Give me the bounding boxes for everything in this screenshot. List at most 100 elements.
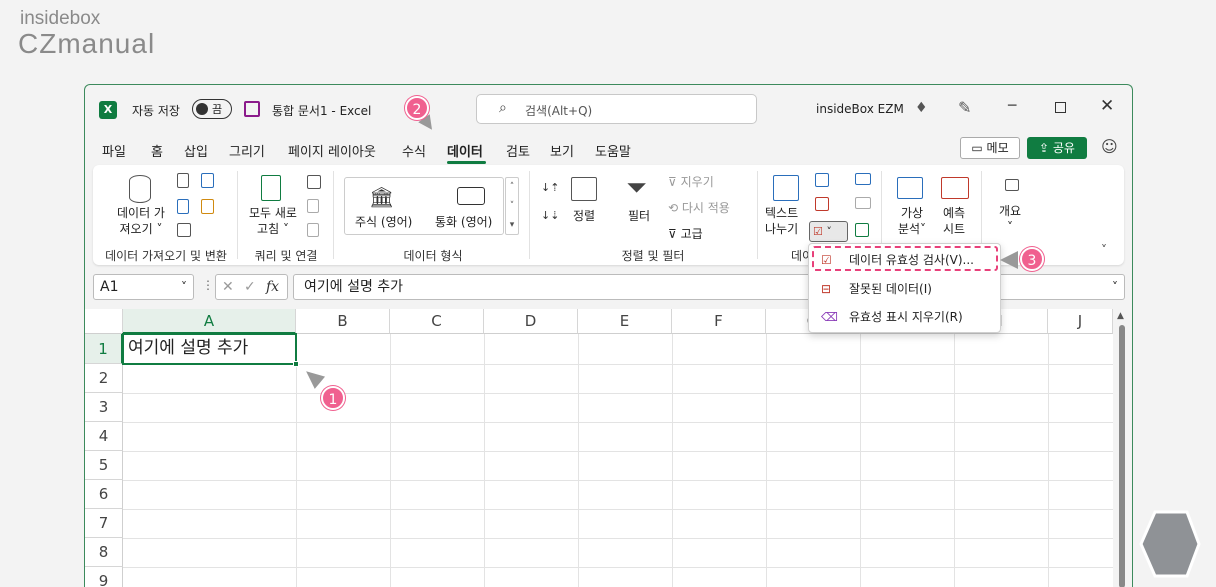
tab-formulas[interactable]: 수식 [402,141,426,160]
flash-fill-icon[interactable] [815,173,829,187]
reapply-button[interactable]: ⟲ 다시 적용 [668,199,730,216]
text-to-columns-button[interactable]: 텍스트 나누기 [765,205,798,237]
recent-sources-icon[interactable] [201,173,214,188]
stocks-button[interactable]: 주식 (영어) [355,213,412,230]
annotation-arrow-3 [1000,251,1018,269]
tab-home[interactable]: 홈 [151,141,163,160]
remove-duplicates-icon[interactable] [815,197,829,211]
tab-help[interactable]: 도움말 [595,141,631,160]
refresh-all-button[interactable]: 모두 새로 고침 ˅ [243,205,303,237]
what-if-label-1: 가상 [900,206,924,220]
from-web-icon[interactable] [177,199,189,214]
row-header-8[interactable]: 8 [85,538,123,567]
close-button[interactable]: ✕ [1100,96,1114,116]
column-header-j[interactable]: J [1048,309,1113,334]
row-header-5[interactable]: 5 [85,451,123,480]
cell-a1[interactable]: 여기에 설명 추가 [122,333,297,365]
fill-handle[interactable] [293,361,299,367]
sort-asc-icon[interactable]: ↓⇡ [541,181,559,194]
doc-title: 통합 문서1 - Excel [272,104,372,118]
tab-page-layout[interactable]: 페이지 레이아웃 [288,141,376,160]
more-options-icon[interactable]: ⋮ [202,278,214,292]
chevron-down-icon: ˅ [181,280,187,294]
row-header-6[interactable]: 6 [85,480,123,509]
edit-links-icon[interactable] [307,223,319,237]
from-text-icon[interactable] [177,173,189,188]
autosave-toggle[interactable]: 끔 [192,99,232,119]
column-header-b[interactable]: B [296,309,390,334]
get-data-button[interactable]: 데이터 가 져오기 ˅ [111,205,171,237]
filter-button[interactable]: 필터 [628,207,650,224]
clear-filter-button[interactable]: ⊽ 지우기 [668,173,714,190]
chevron-down-icon: ˅ [920,222,927,236]
gallery-scroll[interactable]: ˄ ˅ ▾ [505,177,519,235]
menu-item-circle-invalid[interactable]: ⊟ 잘못된 데이터(I) [809,275,1000,303]
forecast-sheet-button[interactable]: 예측 시트 [943,205,965,237]
search-box[interactable]: ⌕ 검색(Alt+Q) [476,94,757,124]
tab-file[interactable]: 파일 [102,141,126,160]
maximize-button[interactable] [1055,102,1066,113]
queries-connections-icon[interactable] [307,175,321,189]
tab-data[interactable]: 데이터 [447,141,483,160]
advanced-label: 고급 [680,227,703,241]
reapply-label: 다시 적용 [681,201,730,215]
row-header-4[interactable]: 4 [85,422,123,451]
data-validation-button[interactable]: ☑ ˅ [809,221,848,242]
column-header-e[interactable]: E [578,309,672,334]
menu-item-clear-validation[interactable]: ⌫ 유효성 표시 지우기(R) [809,303,1000,331]
column-header-a[interactable]: A [123,309,296,334]
share-label: 공유 [1052,141,1075,155]
properties-icon[interactable] [307,199,319,213]
existing-connections-icon[interactable] [201,199,214,214]
tab-insert[interactable]: 삽입 [184,141,208,160]
what-if-label-2: 분석 [897,222,921,236]
user-name[interactable]: insideBox EZM [816,102,904,116]
outline-icon [1005,179,1019,191]
ribbon-collapse-icon[interactable]: ˅ [1101,243,1107,257]
from-table-icon[interactable] [177,223,191,237]
enter-icon[interactable]: ✓ [244,275,256,299]
row-header-2[interactable]: 2 [85,364,123,393]
vertical-scrollbar[interactable] [1119,325,1125,587]
row-header-3[interactable]: 3 [85,393,123,422]
chevron-down-icon[interactable]: ˅ [1112,275,1118,299]
row-header-1[interactable]: 1 [85,334,123,364]
outline-button[interactable]: 개요 ˅ [999,203,1021,235]
row-header-7[interactable]: 7 [85,509,123,538]
what-if-button[interactable]: 가상 분석˅ [893,205,931,237]
minimize-button[interactable]: ─ [1008,99,1022,113]
brand-line1: insidebox [20,8,101,29]
scrollbar-up-icon[interactable]: ▲ [1117,311,1124,321]
column-header-c[interactable]: C [390,309,484,334]
autosave-label: 자동 저장 [132,104,180,118]
tab-view[interactable]: 보기 [550,141,574,160]
sort-desc-icon[interactable]: ↓⇣ [541,209,559,222]
select-all-corner[interactable] [85,309,123,334]
tab-review[interactable]: 검토 [506,141,530,160]
copilot-icon[interactable]: ✎ [958,98,971,117]
data-model-icon[interactable] [855,223,869,237]
column-header-f[interactable]: F [672,309,766,334]
currencies-button[interactable]: 통화 (영어) [435,213,492,230]
save-icon[interactable] [244,101,260,117]
sort-button[interactable]: 정렬 [573,207,595,224]
relationships-icon[interactable] [855,197,871,209]
tab-draw[interactable]: 그리기 [229,141,265,160]
cancel-icon[interactable]: ✕ [222,275,234,299]
advanced-button[interactable]: ⊽ 고급 [668,225,703,242]
annotation-badge-2: 2 [405,96,429,120]
row-header-9[interactable]: 9 [85,567,123,587]
column-header-d[interactable]: D [484,309,578,334]
function-icon[interactable]: fx [266,275,279,299]
share-button[interactable]: ⇪ 공유 [1027,137,1087,159]
comment-icon: ▭ [971,141,983,155]
circle-invalid-icon: ⊟ [821,282,832,296]
feedback-icon[interactable]: ☺ [1101,137,1118,156]
consolidate-icon[interactable] [855,173,871,185]
text-to-columns-label-2: 나누기 [765,222,799,236]
name-box[interactable]: A1 ˅ [93,274,194,300]
share-icon: ⇪ [1039,141,1050,155]
memo-button[interactable]: ▭ 메모 [960,137,1020,159]
clear-label: 지우기 [680,175,714,189]
user-avatar-icon[interactable]: ♦ [915,100,928,116]
